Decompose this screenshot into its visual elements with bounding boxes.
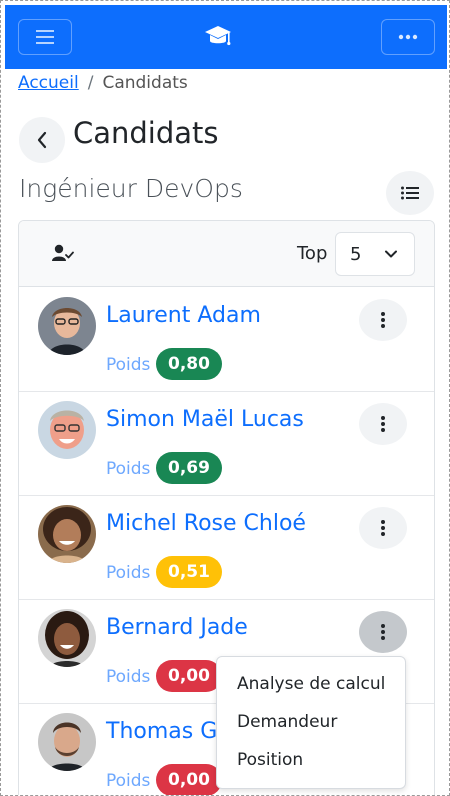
kebab-icon <box>381 520 385 536</box>
score-badge: 0,80 <box>156 348 222 380</box>
kebab-icon <box>381 624 385 640</box>
hamburger-icon <box>36 30 54 44</box>
candidate-row: Laurent Adam Poids 0,80 <box>19 288 434 392</box>
page-title: Candidats <box>73 116 219 150</box>
poids-label: Poids <box>106 563 151 583</box>
menu-toggle-button[interactable] <box>18 19 72 55</box>
score-badge: 0,69 <box>156 452 222 484</box>
poids-label: Poids <box>106 355 151 375</box>
score-badge: 0,00 <box>156 764 222 795</box>
back-button[interactable] <box>19 117 65 163</box>
row-actions-button[interactable] <box>359 611 407 653</box>
kebab-icon <box>381 312 385 328</box>
top-navbar <box>5 5 447 69</box>
avatar[interactable] <box>38 505 96 563</box>
score-badge: 0,00 <box>156 660 222 692</box>
avatar[interactable] <box>38 297 96 355</box>
chevron-down-icon <box>385 250 397 258</box>
avatar[interactable] <box>38 401 96 459</box>
poids-label: Poids <box>106 667 151 687</box>
candidate-name-link[interactable]: Simon Maël Lucas <box>106 407 304 432</box>
candidate-name-link[interactable]: Laurent Adam <box>106 303 261 328</box>
menu-item-analyse-de-calcul[interactable]: Analyse de calcul <box>237 674 385 694</box>
poids-label: Poids <box>106 771 151 791</box>
avatar[interactable] <box>38 609 96 667</box>
breadcrumb-current: Candidats <box>102 73 188 93</box>
user-check-icon <box>52 244 74 261</box>
list-view-button[interactable] <box>386 171 434 215</box>
breadcrumb: Accueil / Candidats <box>18 73 188 93</box>
top-count-select[interactable]: 5 <box>335 232 415 276</box>
breadcrumb-home-link[interactable]: Accueil <box>18 73 79 93</box>
candidate-name-link[interactable]: Michel Rose Chloé <box>106 511 306 536</box>
avatar[interactable] <box>38 713 96 771</box>
graduation-cap-icon[interactable] <box>203 23 233 51</box>
menu-item-demandeur[interactable]: Demandeur <box>237 712 337 732</box>
ellipsis-icon <box>398 34 418 40</box>
app-frame: Accueil / Candidats Candidats Ingénieur … <box>0 0 450 796</box>
row-actions-button[interactable] <box>359 403 407 445</box>
candidate-name-link[interactable]: Bernard Jade <box>106 615 248 640</box>
row-actions-dropdown: Analyse de calcul Demandeur Position <box>216 656 406 789</box>
top-label: Top <box>297 243 328 264</box>
kebab-icon <box>381 416 385 432</box>
top-count-value: 5 <box>350 244 362 265</box>
breadcrumb-separator: / <box>87 73 94 93</box>
assign-user-button[interactable] <box>43 235 83 271</box>
list-icon <box>401 186 419 200</box>
candidate-row: Simon Maël Lucas Poids 0,69 <box>19 392 434 496</box>
row-actions-button[interactable] <box>359 299 407 341</box>
candidate-name-link[interactable]: Thomas Ga <box>106 719 231 744</box>
candidate-row: Michel Rose Chloé Poids 0,51 <box>19 496 434 600</box>
more-options-button[interactable] <box>381 19 435 55</box>
card-header: Top 5 <box>19 221 434 287</box>
menu-item-position[interactable]: Position <box>237 750 303 770</box>
chevron-left-icon <box>37 131 47 149</box>
row-actions-button[interactable] <box>359 507 407 549</box>
job-title: Ingénieur DevOps <box>19 174 243 203</box>
score-badge: 0,51 <box>156 556 222 588</box>
poids-label: Poids <box>106 459 151 479</box>
